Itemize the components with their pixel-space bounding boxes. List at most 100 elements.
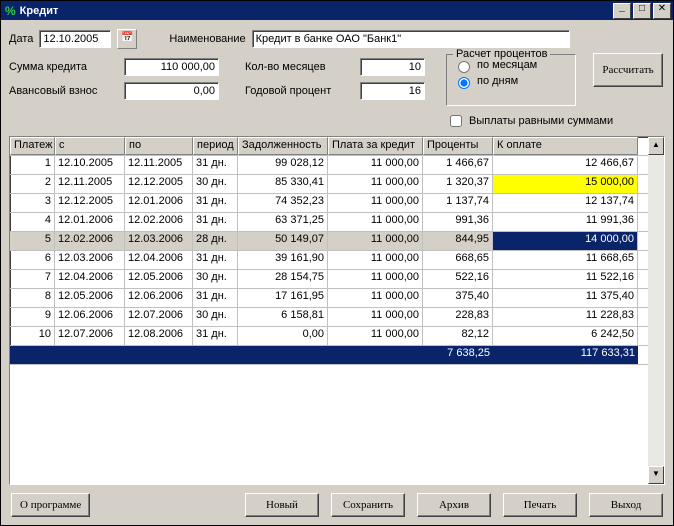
calculate-button[interactable]: Рассчитать <box>593 53 663 87</box>
cell[interactable]: 31 дн. <box>193 327 238 345</box>
cell[interactable]: 11 000,00 <box>328 213 423 231</box>
cell[interactable]: 28 дн. <box>193 232 238 250</box>
table-row[interactable]: 112.10.200512.11.200531 дн.99 028,1211 0… <box>10 156 648 175</box>
cell[interactable]: 14 000,00 <box>493 232 638 250</box>
cell[interactable]: 5 <box>10 232 55 250</box>
cell[interactable]: 1 320,37 <box>423 175 493 193</box>
name-input[interactable] <box>252 30 570 48</box>
cell[interactable]: 12.06.2006 <box>125 289 193 307</box>
cell[interactable]: 522,16 <box>423 270 493 288</box>
cell[interactable]: 11 375,40 <box>493 289 638 307</box>
table-row[interactable]: 512.02.200612.03.200628 дн.50 149,0711 0… <box>10 232 648 251</box>
cell[interactable]: 11 000,00 <box>328 251 423 269</box>
cell[interactable]: 12.06.2006 <box>55 308 125 326</box>
cell[interactable]: 0,00 <box>238 327 328 345</box>
new-button[interactable]: Новый <box>245 493 319 517</box>
vertical-scrollbar[interactable]: ▲ ▼ <box>648 137 664 484</box>
cell[interactable]: 12 137,74 <box>493 194 638 212</box>
cell[interactable]: 668,65 <box>423 251 493 269</box>
cell[interactable]: 30 дн. <box>193 270 238 288</box>
cell[interactable]: 228,83 <box>423 308 493 326</box>
col-header[interactable]: Плата за кредит <box>328 137 423 155</box>
col-header[interactable]: Проценты <box>423 137 493 155</box>
cell[interactable]: 31 дн. <box>193 251 238 269</box>
cell[interactable]: 12.07.2006 <box>55 327 125 345</box>
cell[interactable]: 28 154,75 <box>238 270 328 288</box>
cell[interactable]: 12.02.2006 <box>125 213 193 231</box>
cell[interactable]: 7 <box>10 270 55 288</box>
cell[interactable]: 63 371,25 <box>238 213 328 231</box>
rate-input[interactable] <box>360 82 425 100</box>
col-header[interactable]: по <box>125 137 193 155</box>
cell[interactable]: 31 дн. <box>193 289 238 307</box>
scroll-up-icon[interactable]: ▲ <box>648 137 664 155</box>
cell[interactable]: 12.01.2006 <box>125 194 193 212</box>
cell[interactable]: 31 дн. <box>193 213 238 231</box>
cell[interactable]: 12.04.2006 <box>55 270 125 288</box>
cell[interactable]: 12.10.2005 <box>55 156 125 174</box>
cell[interactable]: 12.05.2006 <box>55 289 125 307</box>
cell[interactable]: 11 522,16 <box>493 270 638 288</box>
months-input[interactable] <box>360 58 425 76</box>
advance-input[interactable] <box>124 82 219 100</box>
cell[interactable]: 11 000,00 <box>328 327 423 345</box>
cell[interactable]: 74 352,23 <box>238 194 328 212</box>
cell[interactable]: 11 668,65 <box>493 251 638 269</box>
save-button[interactable]: Сохранить <box>331 493 405 517</box>
cell[interactable]: 30 дн. <box>193 175 238 193</box>
cell[interactable]: 11 000,00 <box>328 175 423 193</box>
table-row[interactable]: 712.04.200612.05.200630 дн.28 154,7511 0… <box>10 270 648 289</box>
cell[interactable]: 50 149,07 <box>238 232 328 250</box>
amount-input[interactable] <box>124 58 219 76</box>
cell[interactable]: 12.07.2006 <box>125 308 193 326</box>
cell[interactable]: 12.08.2006 <box>125 327 193 345</box>
cell[interactable]: 30 дн. <box>193 308 238 326</box>
cell[interactable]: 12.12.2005 <box>125 175 193 193</box>
cell[interactable]: 11 000,00 <box>328 194 423 212</box>
cell[interactable]: 12 466,67 <box>493 156 638 174</box>
col-header[interactable]: Задолженность <box>238 137 328 155</box>
cell[interactable]: 12.05.2006 <box>125 270 193 288</box>
col-header[interactable]: К оплате <box>493 137 638 155</box>
print-button[interactable]: Печать <box>503 493 577 517</box>
cell[interactable]: 8 <box>10 289 55 307</box>
cell[interactable]: 17 161,95 <box>238 289 328 307</box>
scroll-down-icon[interactable]: ▼ <box>648 466 664 484</box>
cell[interactable]: 9 <box>10 308 55 326</box>
cell[interactable]: 6 158,81 <box>238 308 328 326</box>
cell[interactable]: 11 000,00 <box>328 270 423 288</box>
equal-payments-checkbox[interactable] <box>450 115 462 127</box>
cell[interactable]: 11 991,36 <box>493 213 638 231</box>
cell[interactable]: 82,12 <box>423 327 493 345</box>
table-row[interactable]: 912.06.200612.07.200630 дн.6 158,8111 00… <box>10 308 648 327</box>
cell[interactable]: 6 <box>10 251 55 269</box>
cell[interactable]: 10 <box>10 327 55 345</box>
cell[interactable]: 12.03.2006 <box>55 251 125 269</box>
maximize-button[interactable]: □ <box>633 3 651 19</box>
cell[interactable]: 11 000,00 <box>328 232 423 250</box>
table-row[interactable]: 312.12.200512.01.200631 дн.74 352,2311 0… <box>10 194 648 213</box>
col-header[interactable]: период <box>193 137 238 155</box>
cell[interactable]: 12.11.2005 <box>125 156 193 174</box>
radio-months[interactable] <box>458 61 470 73</box>
cell[interactable]: 991,36 <box>423 213 493 231</box>
table-row[interactable]: 1012.07.200612.08.200631 дн.0,0011 000,0… <box>10 327 648 346</box>
cell[interactable]: 15 000,00 <box>493 175 638 193</box>
cell[interactable]: 1 466,67 <box>423 156 493 174</box>
col-header[interactable]: Платеж <box>10 137 55 155</box>
cell[interactable]: 12.03.2006 <box>125 232 193 250</box>
cell[interactable]: 375,40 <box>423 289 493 307</box>
cell[interactable]: 11 228,83 <box>493 308 638 326</box>
cell[interactable]: 85 330,41 <box>238 175 328 193</box>
cell[interactable]: 1 <box>10 156 55 174</box>
cell[interactable]: 12.02.2006 <box>55 232 125 250</box>
radio-days[interactable] <box>458 77 470 89</box>
minimize-button[interactable]: _ <box>613 3 631 19</box>
cell[interactable]: 12.12.2005 <box>55 194 125 212</box>
cell[interactable]: 11 000,00 <box>328 289 423 307</box>
table-row[interactable]: 612.03.200612.04.200631 дн.39 161,9011 0… <box>10 251 648 270</box>
archive-button[interactable]: Архив <box>417 493 491 517</box>
date-input[interactable] <box>39 30 111 48</box>
col-header[interactable]: с <box>55 137 125 155</box>
cell[interactable]: 3 <box>10 194 55 212</box>
